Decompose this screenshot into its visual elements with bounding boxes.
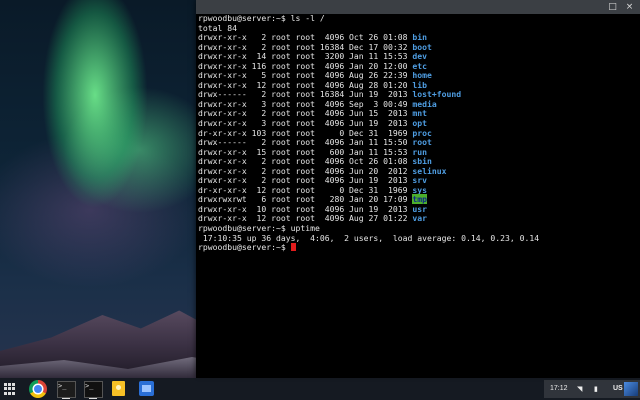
- directory-name: selinux: [412, 165, 447, 176]
- ls-entry-meta: drwxr-xr-x 2 root root 16384 Dec 17 00:3…: [198, 41, 413, 52]
- ls-entry-meta: drwxr-xr-x 2 root root 4096 Oct 26 01:08: [198, 32, 413, 43]
- prompt-text: rpwoodbu@server:~$: [198, 242, 291, 253]
- wifi-icon: ◥: [577, 385, 583, 393]
- ls-entry-meta: drwxr-xr-x 10 root root 4096 Jun 19 2013: [198, 203, 413, 214]
- ls-entry-meta: drwx------ 2 root root 4096 Jan 11 15:50: [198, 137, 413, 148]
- battery-icon: ▮: [594, 385, 598, 393]
- tray-clock: 17:12: [550, 385, 568, 392]
- prompt-line: rpwoodbu@server:~$: [198, 242, 638, 253]
- directory-name: home: [412, 70, 432, 81]
- ls-entry-meta: drwxr-xr-x 2 root root 4096 Jun 15 2013: [198, 108, 413, 119]
- ls-entry-meta: drwxr-xr-x 2 root root 4096 Oct 26 01:08: [198, 156, 413, 167]
- directory-name: boot: [412, 41, 432, 52]
- terminal-app-icon[interactable]: >_: [57, 381, 76, 398]
- ls-entry-meta: dr-xr-xr-x 12 root root 0 Dec 31 1969: [198, 184, 413, 195]
- directory-name: run: [412, 146, 428, 157]
- close-icon[interactable]: ×: [624, 2, 635, 12]
- directory-name: sbin: [412, 156, 432, 167]
- ls-entry-meta: drwxr-xr-x 2 root root 4096 Jun 20 2012: [198, 165, 413, 176]
- terminal-glyph: >_: [58, 382, 67, 390]
- directory-name: var: [412, 213, 428, 224]
- language-indicator: US: [613, 385, 623, 392]
- crosh-app-icon[interactable]: >_: [84, 381, 103, 398]
- ls-entry-meta: drwxrwxrwt 6 root root 280 Jan 20 17:09: [198, 194, 413, 205]
- maximize-icon[interactable]: □: [607, 2, 618, 12]
- ls-entry-meta: drwxr-xr-x 3 root root 4096 Jun 19 2013: [198, 118, 413, 129]
- ls-entry-meta: drwxr-xr-x 5 root root 4096 Aug 26 22:39: [198, 70, 413, 81]
- directory-name: dev: [412, 51, 428, 62]
- terminal-output[interactable]: rpwoodbu@server:~$ ls -l / total 84 drwxr-…: [198, 14, 638, 376]
- directory-name: media: [412, 98, 437, 109]
- ls-entry-meta: dr-xr-xr-x 103 root root 0 Dec 31 1969: [198, 127, 413, 138]
- ls-entry-meta: drwx------ 2 root root 16384 Jun 19 2013: [198, 89, 413, 100]
- files-icon[interactable]: [139, 381, 154, 396]
- directory-name: lost+found: [412, 89, 462, 100]
- text-cursor[interactable]: [290, 243, 296, 252]
- directory-name: opt: [412, 118, 428, 129]
- ls-entry-meta: drwxr-xr-x 12 root root 4096 Aug 27 01:2…: [198, 213, 413, 224]
- ls-entry-meta: drwxr-xr-x 12 root root 4096 Aug 28 01:2…: [198, 79, 413, 90]
- system-tray[interactable]: 17:12 ◥ ▮ US: [544, 380, 640, 398]
- app-launcher-icon[interactable]: [4, 383, 16, 395]
- avatar[interactable]: [624, 382, 638, 396]
- ls-entry-meta: drwxr-xr-x 15 root root 600 Jan 11 15:53: [198, 146, 413, 157]
- directory-name: sys: [412, 184, 428, 195]
- directory-name: usr: [412, 203, 428, 214]
- chrome-icon[interactable]: [29, 380, 47, 398]
- window-titlebar[interactable]: □ ×: [196, 0, 640, 14]
- directory-name: mnt: [412, 108, 428, 119]
- active-indicator: [62, 398, 70, 399]
- directory-name: etc: [412, 60, 428, 71]
- ls-entry-meta: drwxr-xr-x 2 root root 4096 Jun 19 2013: [198, 175, 413, 186]
- directory-name: proc: [412, 127, 432, 138]
- shelf: >_ >_ 17:12 ◥ ▮ US: [0, 378, 640, 400]
- command-line: rpwoodbu@server:~$ ls -l /: [198, 14, 325, 23]
- keep-icon[interactable]: [112, 381, 125, 396]
- directory-name: lib: [412, 79, 428, 90]
- terminal-window[interactable]: □ × rpwoodbu@server:~$ ls -l / total 84 dr…: [196, 0, 640, 378]
- ls-entry-meta: drwxr-xr-x 3 root root 4096 Sep 3 00:49: [198, 98, 413, 109]
- directory-name: tmp: [412, 194, 428, 205]
- directory-name: bin: [412, 32, 428, 43]
- active-indicator: [89, 398, 97, 399]
- crosh-glyph: >_: [85, 382, 94, 390]
- ls-entry-meta: drwxr-xr-x 14 root root 3200 Jan 11 15:5…: [198, 51, 413, 62]
- directory-name: root: [412, 137, 432, 148]
- directory-name: srv: [412, 175, 428, 186]
- ls-entry-meta: drwxr-xr-x 116 root root 4096 Jan 20 12:…: [198, 60, 413, 71]
